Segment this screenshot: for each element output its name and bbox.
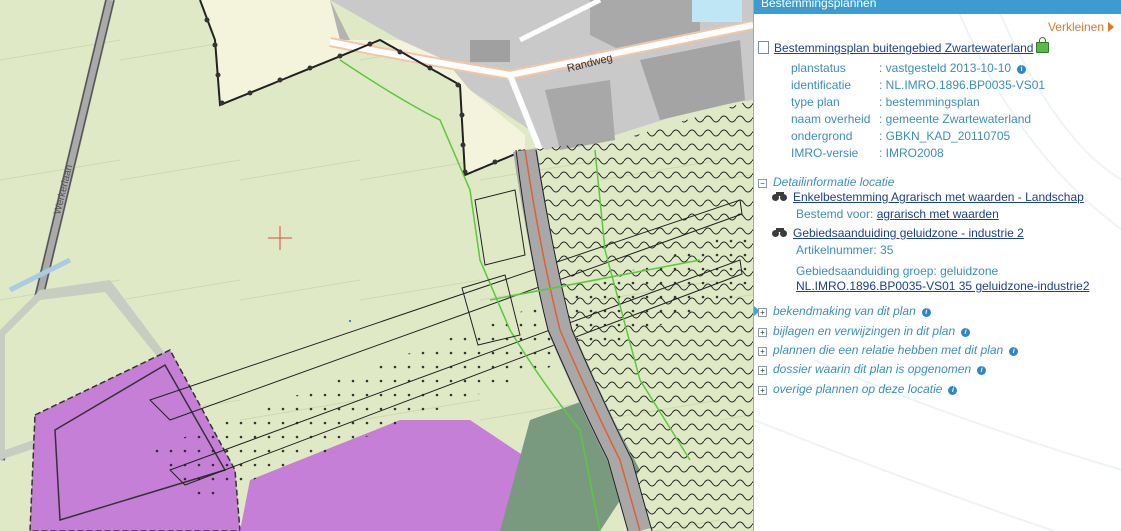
expand-icon[interactable]: + [758, 386, 767, 395]
plan-properties: planstatus : vastgesteld 2013-10-10 i iden… [791, 60, 1045, 162]
bestemmingsplannen-panel: Bestemmingsplannen Verkleinen Bestemming… [753, 0, 1121, 531]
section-label: bekendmaking van dit plan [773, 304, 916, 318]
property-row: IMRO-versie : IMRO2008 [791, 145, 1045, 162]
detail-item-2-sub-link[interactable]: NL.IMRO.1896.BP0035-VS01 35 geluidzone-i… [796, 279, 1090, 293]
section-label: bijlagen en verwijzingen in dit plan [773, 324, 956, 338]
property-key: identificatie [791, 78, 852, 92]
detail-item-2-sub: NL.IMRO.1896.BP0035-VS01 35 geluidzone-i… [796, 279, 1090, 293]
detail-item-1: Enkelbestemming Agrarisch met waarden - … [772, 190, 1084, 204]
section-relaties[interactable]: + plannen die een relatie hebben met dit … [758, 343, 1019, 357]
expand-icon[interactable]: + [758, 328, 767, 337]
expand-icon[interactable]: + [758, 366, 767, 375]
property-value: : gemeente Zwartewaterland [879, 112, 1032, 126]
property-value: : vastgesteld 2013-10-10 [879, 61, 1012, 75]
detail-item-2-article: Artikelnummer: 35 [796, 243, 894, 257]
section-dossier[interactable]: + dossier waarin dit plan is opgenomen i [758, 362, 987, 376]
info-icon[interactable]: i [1009, 347, 1019, 356]
detail-item-1-sub-label: Bestemd voor: [796, 207, 877, 221]
expand-icon[interactable]: + [758, 347, 767, 356]
property-key: type plan [791, 95, 840, 109]
section-label: dossier waarin dit plan is opgenomen [773, 362, 972, 376]
detail-section-label: Detailinformatie locatie [773, 175, 895, 189]
property-row: type plan : bestemmingsplan [791, 94, 1045, 111]
property-key: planstatus [791, 61, 846, 75]
property-value: : GBKN_KAD_20110705 [879, 129, 1011, 143]
property-row: planstatus : vastgesteld 2013-10-10 i [791, 60, 1045, 77]
panel-header: Bestemmingsplannen [754, 0, 1121, 14]
shrink-label: Verkleinen [1047, 20, 1104, 34]
detail-item-2-group: Gebiedsaanduiding groep: geluidzone [796, 264, 999, 278]
property-value: : IMRO2008 [879, 146, 944, 160]
section-overige[interactable]: + overige plannen op deze locatie i [758, 382, 958, 396]
plan-map[interactable]: Randweg Werkerlaan [0, 0, 753, 531]
property-row: identificatie : NL.IMRO.1896.BP0035-VS01 [791, 77, 1045, 94]
detail-section-header[interactable]: − Detailinformatie locatie [758, 175, 894, 189]
property-key: naam overheid [791, 112, 871, 126]
info-icon[interactable]: i [961, 328, 971, 337]
detail-item-1-sub: Bestemd voor: agrarisch met waarden [796, 207, 999, 221]
binoculars-icon [772, 192, 788, 201]
property-row: naam overheid : gemeente Zwartewaterland [791, 111, 1045, 128]
arrow-right-icon [1108, 22, 1114, 32]
expand-icon[interactable]: + [758, 308, 767, 317]
plan-name-link[interactable]: Bestemmingsplan buitengebied Zwartewater… [774, 41, 1033, 55]
section-label: plannen die een relatie hebben met dit p… [773, 343, 1004, 357]
info-icon[interactable]: i [948, 386, 958, 395]
document-icon [758, 41, 769, 54]
property-key: ondergrond [791, 129, 853, 143]
detail-item-1-sub-link[interactable]: agrarisch met waarden [877, 207, 999, 221]
detail-item-1-link[interactable]: Enkelbestemming Agrarisch met waarden - … [793, 190, 1084, 204]
section-bijlagen[interactable]: + bijlagen en verwijzingen in dit plan i [758, 324, 971, 338]
property-value: : bestemmingsplan [879, 95, 980, 109]
detail-item-2-link[interactable]: Gebiedsaanduiding geluidzone - industrie… [793, 226, 1024, 240]
lock-icon [1036, 37, 1050, 53]
detail-item-2: Gebiedsaanduiding geluidzone - industrie… [772, 226, 1024, 240]
info-icon[interactable]: i [921, 308, 931, 317]
collapse-icon[interactable]: − [758, 179, 767, 188]
section-label: overige plannen op deze locatie [773, 382, 943, 396]
info-icon[interactable]: i [977, 366, 987, 375]
property-row: ondergrond : GBKN_KAD_20110705 [791, 128, 1045, 145]
property-value: : NL.IMRO.1896.BP0035-VS01 [879, 78, 1046, 92]
section-bekendmaking[interactable]: + bekendmaking van dit plan i [758, 304, 931, 318]
info-icon[interactable]: i [1017, 65, 1027, 74]
property-key: IMRO-versie [791, 146, 859, 160]
panel-title: Bestemmingsplannen [761, 0, 877, 10]
binoculars-icon [772, 228, 788, 237]
shrink-button[interactable]: Verkleinen [1048, 20, 1114, 34]
plan-title-row: Bestemmingsplan buitengebied Zwartewater… [758, 37, 1050, 55]
